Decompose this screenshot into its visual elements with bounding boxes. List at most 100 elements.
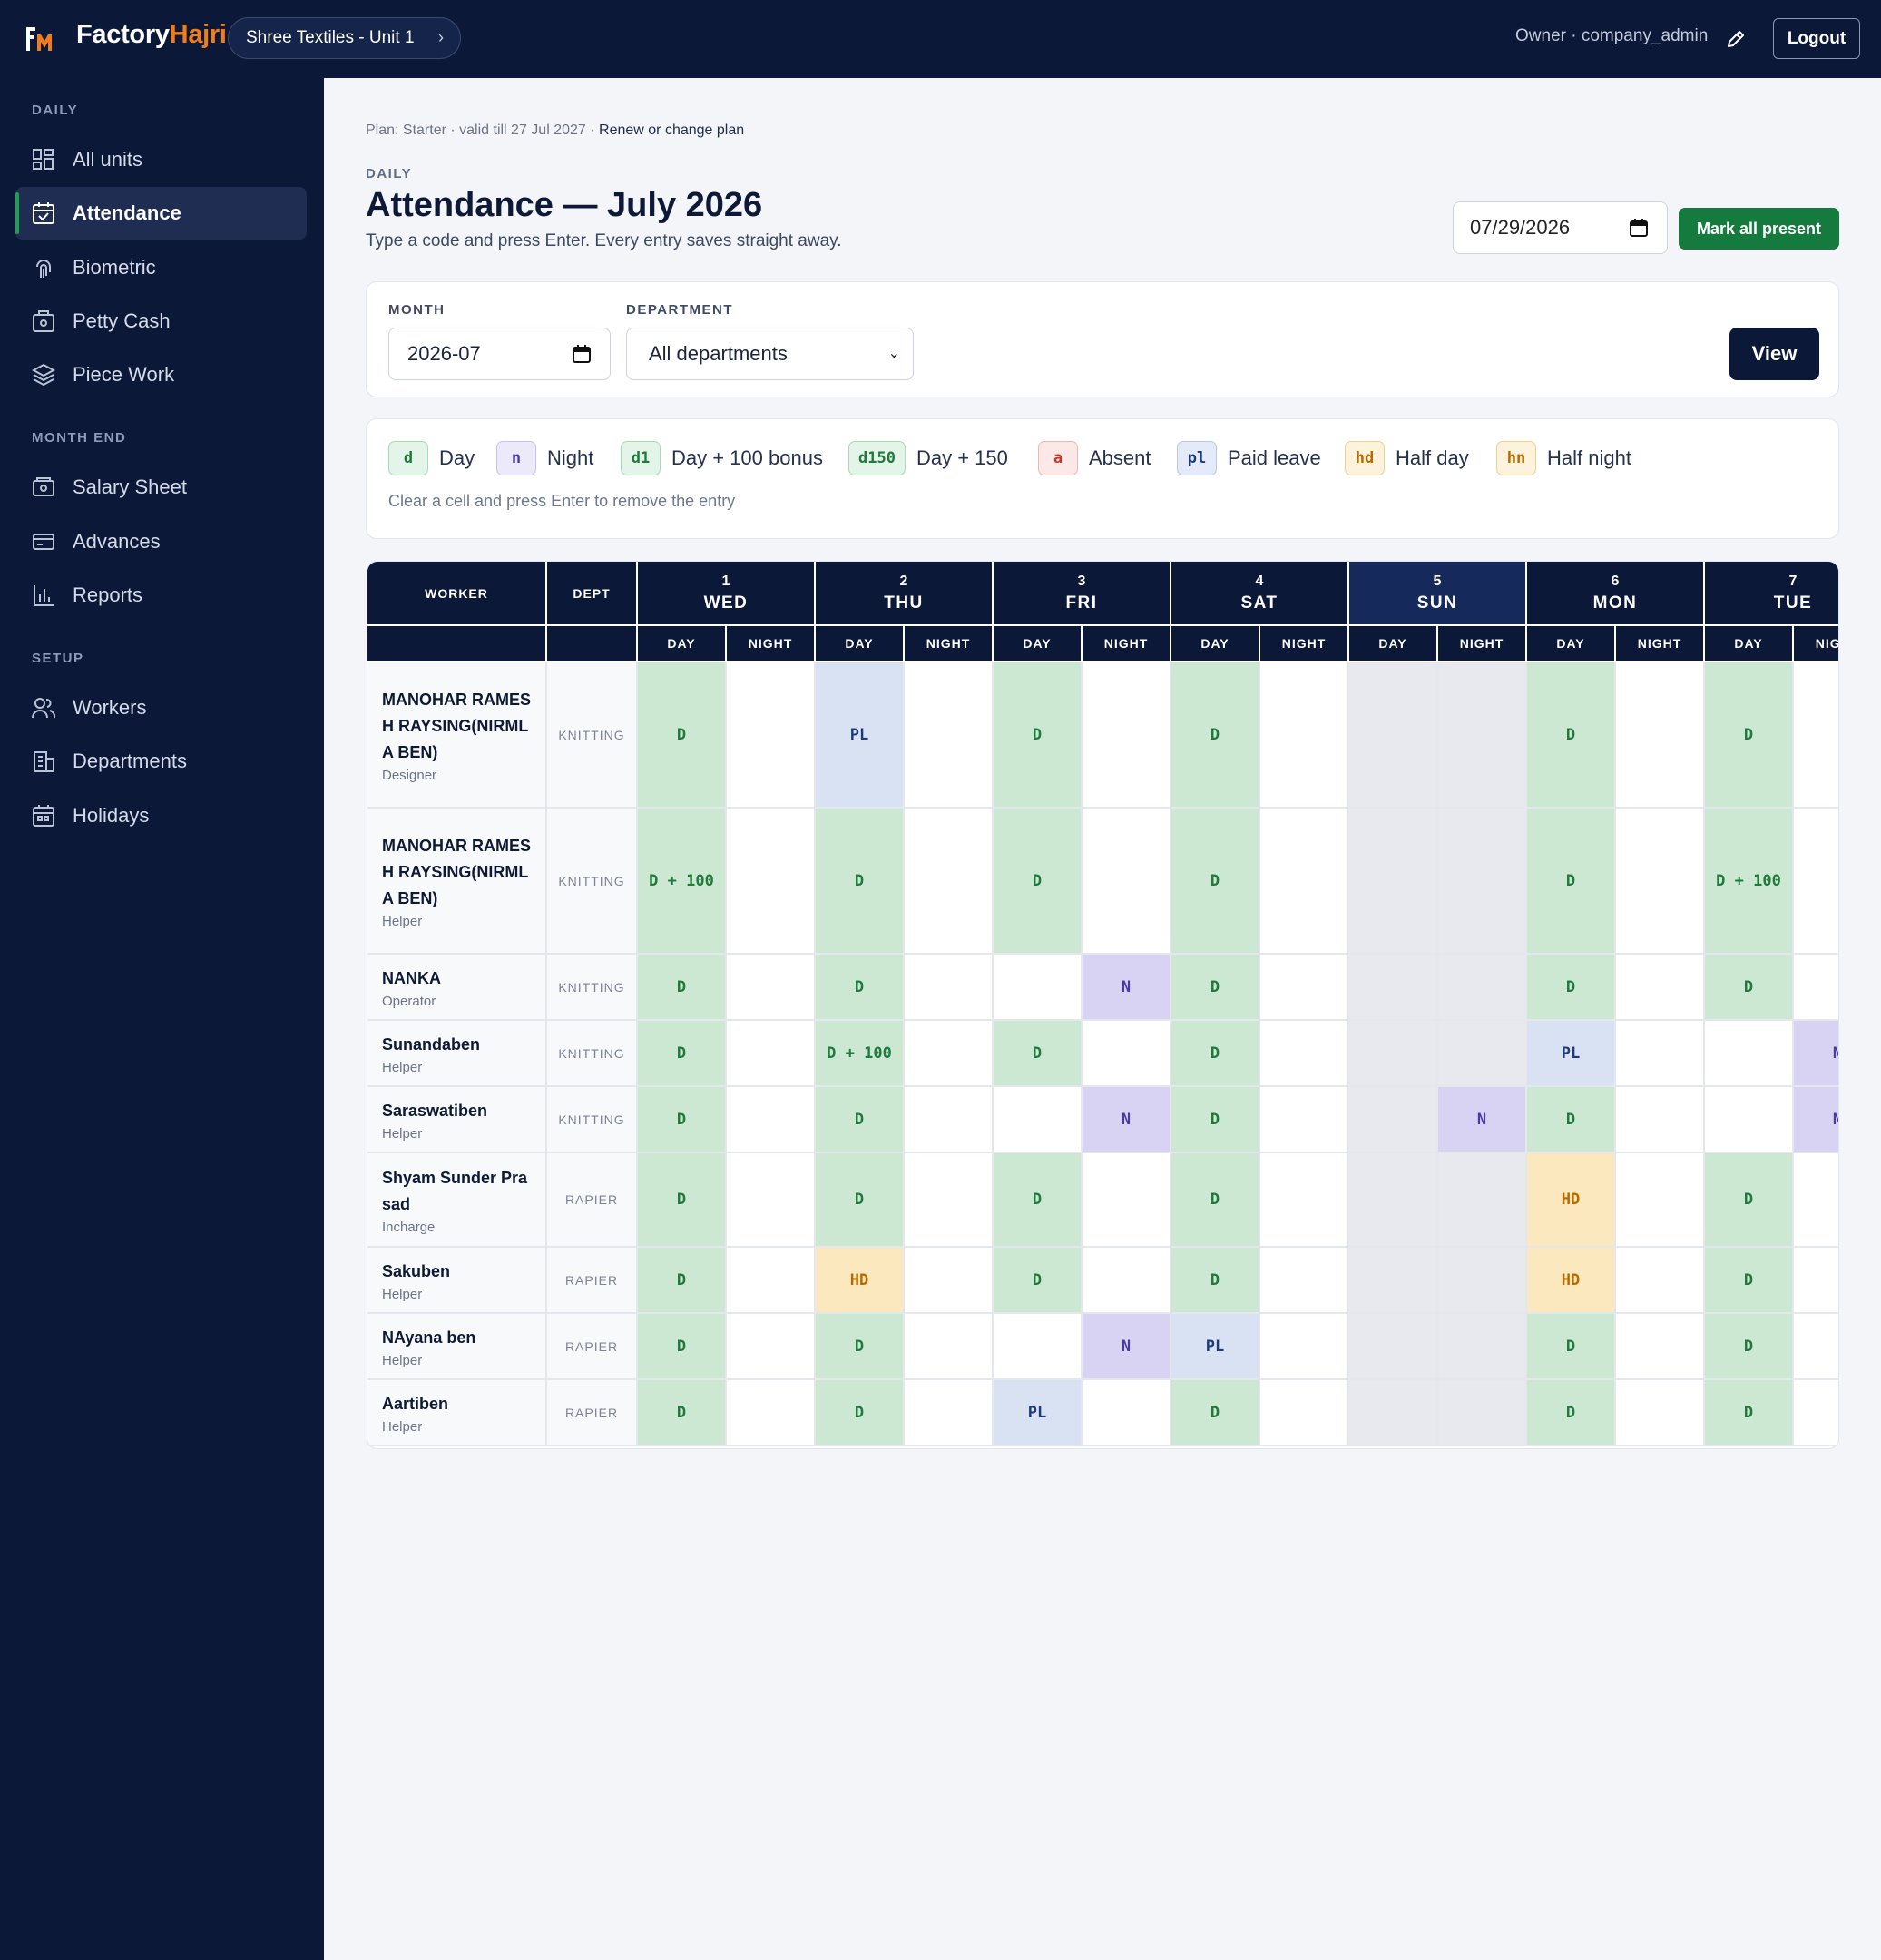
attendance-cell[interactable]: HD: [816, 1248, 905, 1314]
attendance-cell[interactable]: [1705, 1087, 1794, 1153]
attendance-cell[interactable]: D: [1171, 1380, 1260, 1446]
sidebar-item-reports[interactable]: Reports: [15, 569, 307, 622]
attendance-cell[interactable]: D: [638, 1153, 727, 1248]
attendance-cell[interactable]: [1438, 1153, 1527, 1248]
attendance-cell[interactable]: [994, 955, 1083, 1021]
attendance-cell[interactable]: [727, 1314, 816, 1380]
attendance-cell[interactable]: [905, 1087, 994, 1153]
attendance-cell[interactable]: [1616, 808, 1705, 955]
attendance-cell[interactable]: [1260, 1380, 1349, 1446]
attendance-cell[interactable]: [1349, 1153, 1438, 1248]
view-button[interactable]: View: [1729, 328, 1819, 380]
logout-button[interactable]: Logout: [1773, 18, 1860, 59]
attendance-cell[interactable]: D: [1171, 808, 1260, 955]
attendance-cell[interactable]: [1349, 1021, 1438, 1087]
attendance-cell[interactable]: [1260, 1087, 1349, 1153]
sidebar-item-attendance[interactable]: Attendance: [15, 187, 307, 240]
attendance-cell[interactable]: [1438, 1314, 1527, 1380]
attendance-cell[interactable]: [1083, 1380, 1171, 1446]
attendance-cell[interactable]: D: [1527, 1380, 1616, 1446]
attendance-cell[interactable]: [1260, 955, 1349, 1021]
attendance-cell[interactable]: D: [994, 808, 1083, 955]
attendance-cell[interactable]: D: [638, 955, 727, 1021]
attendance-cell[interactable]: D: [1527, 662, 1616, 808]
attendance-cell[interactable]: [905, 1314, 994, 1380]
attendance-cell[interactable]: HD: [1527, 1248, 1616, 1314]
attendance-cell[interactable]: D: [994, 1021, 1083, 1087]
attendance-cell[interactable]: [994, 1087, 1083, 1153]
sidebar-item-departments[interactable]: Departments: [15, 735, 307, 788]
attendance-cell[interactable]: N: [1083, 955, 1171, 1021]
attendance-cell[interactable]: D: [1527, 955, 1616, 1021]
attendance-cell[interactable]: D: [1171, 1087, 1260, 1153]
attendance-cell[interactable]: [1349, 1314, 1438, 1380]
attendance-cell[interactable]: D: [816, 808, 905, 955]
attendance-cell[interactable]: D: [816, 1153, 905, 1248]
attendance-cell[interactable]: [1349, 1380, 1438, 1446]
attendance-cell[interactable]: [1083, 1021, 1171, 1087]
attendance-cell[interactable]: D + 100: [1705, 808, 1794, 955]
attendance-cell[interactable]: [1794, 955, 1838, 1021]
sidebar-item-salary-sheet[interactable]: Salary Sheet: [15, 461, 307, 514]
attendance-cell[interactable]: [905, 1021, 994, 1087]
attendance-cell[interactable]: [1083, 808, 1171, 955]
attendance-cell[interactable]: [727, 1380, 816, 1446]
attendance-cell[interactable]: [1794, 1153, 1838, 1248]
sidebar-item-petty-cash[interactable]: Petty Cash: [15, 295, 307, 348]
attendance-cell[interactable]: [1438, 808, 1527, 955]
attendance-cell[interactable]: D: [994, 1153, 1083, 1248]
attendance-cell[interactable]: [1616, 1248, 1705, 1314]
attendance-cell[interactable]: [727, 955, 816, 1021]
attendance-cell[interactable]: D: [1527, 808, 1616, 955]
attendance-cell[interactable]: D: [638, 1380, 727, 1446]
attendance-cell[interactable]: [994, 1314, 1083, 1380]
attendance-cell[interactable]: [1438, 1021, 1527, 1087]
attendance-cell[interactable]: [1260, 1021, 1349, 1087]
attendance-cell[interactable]: D: [1171, 1153, 1260, 1248]
attendance-cell[interactable]: D: [1705, 1380, 1794, 1446]
attendance-cell[interactable]: N: [1083, 1314, 1171, 1380]
attendance-cell[interactable]: [905, 1153, 994, 1248]
attendance-cell[interactable]: D: [816, 1380, 905, 1446]
attendance-cell[interactable]: D: [638, 1087, 727, 1153]
calendar-icon[interactable]: [572, 344, 592, 364]
month-input[interactable]: 2026-07: [388, 328, 611, 380]
attendance-cell[interactable]: [1616, 662, 1705, 808]
sidebar-item-advances[interactable]: Advances: [15, 515, 307, 568]
attendance-cell[interactable]: [1349, 662, 1438, 808]
attendance-cell[interactable]: D + 100: [638, 808, 727, 955]
attendance-cell[interactable]: D: [816, 1087, 905, 1153]
attendance-cell[interactable]: [1260, 1248, 1349, 1314]
attendance-cell[interactable]: [727, 1248, 816, 1314]
attendance-cell[interactable]: D: [816, 955, 905, 1021]
attendance-cell[interactable]: [1438, 1380, 1527, 1446]
attendance-cell[interactable]: PL: [1171, 1314, 1260, 1380]
attendance-cell[interactable]: D: [1171, 1021, 1260, 1087]
attendance-cell[interactable]: [905, 808, 994, 955]
attendance-cell[interactable]: N: [1794, 1021, 1838, 1087]
attendance-cell[interactable]: [1349, 1248, 1438, 1314]
attendance-cell[interactable]: PL: [994, 1380, 1083, 1446]
department-select[interactable]: All departments ⌄: [626, 328, 914, 380]
attendance-cell[interactable]: [727, 662, 816, 808]
attendance-cell[interactable]: [905, 662, 994, 808]
attendance-cell[interactable]: D: [1705, 1248, 1794, 1314]
attendance-cell[interactable]: [1349, 808, 1438, 955]
attendance-cell[interactable]: N: [1083, 1087, 1171, 1153]
attendance-cell[interactable]: [1794, 662, 1838, 808]
attendance-cell[interactable]: [1083, 1153, 1171, 1248]
attendance-cell[interactable]: [905, 1380, 994, 1446]
pencil-icon[interactable]: [1724, 28, 1748, 52]
attendance-cell[interactable]: D: [1171, 1248, 1260, 1314]
attendance-cell[interactable]: D: [1705, 662, 1794, 808]
attendance-cell[interactable]: D: [1171, 955, 1260, 1021]
attendance-cell[interactable]: [905, 1248, 994, 1314]
attendance-cell[interactable]: [1260, 662, 1349, 808]
attendance-cell[interactable]: [1260, 1314, 1349, 1380]
attendance-cell[interactable]: D + 100: [816, 1021, 905, 1087]
attendance-cell[interactable]: [1616, 1021, 1705, 1087]
factoryhajri-logo-icon[interactable]: [24, 24, 59, 54]
attendance-cell[interactable]: D: [1705, 955, 1794, 1021]
attendance-cell[interactable]: [1616, 1153, 1705, 1248]
attendance-cell[interactable]: D: [994, 662, 1083, 808]
